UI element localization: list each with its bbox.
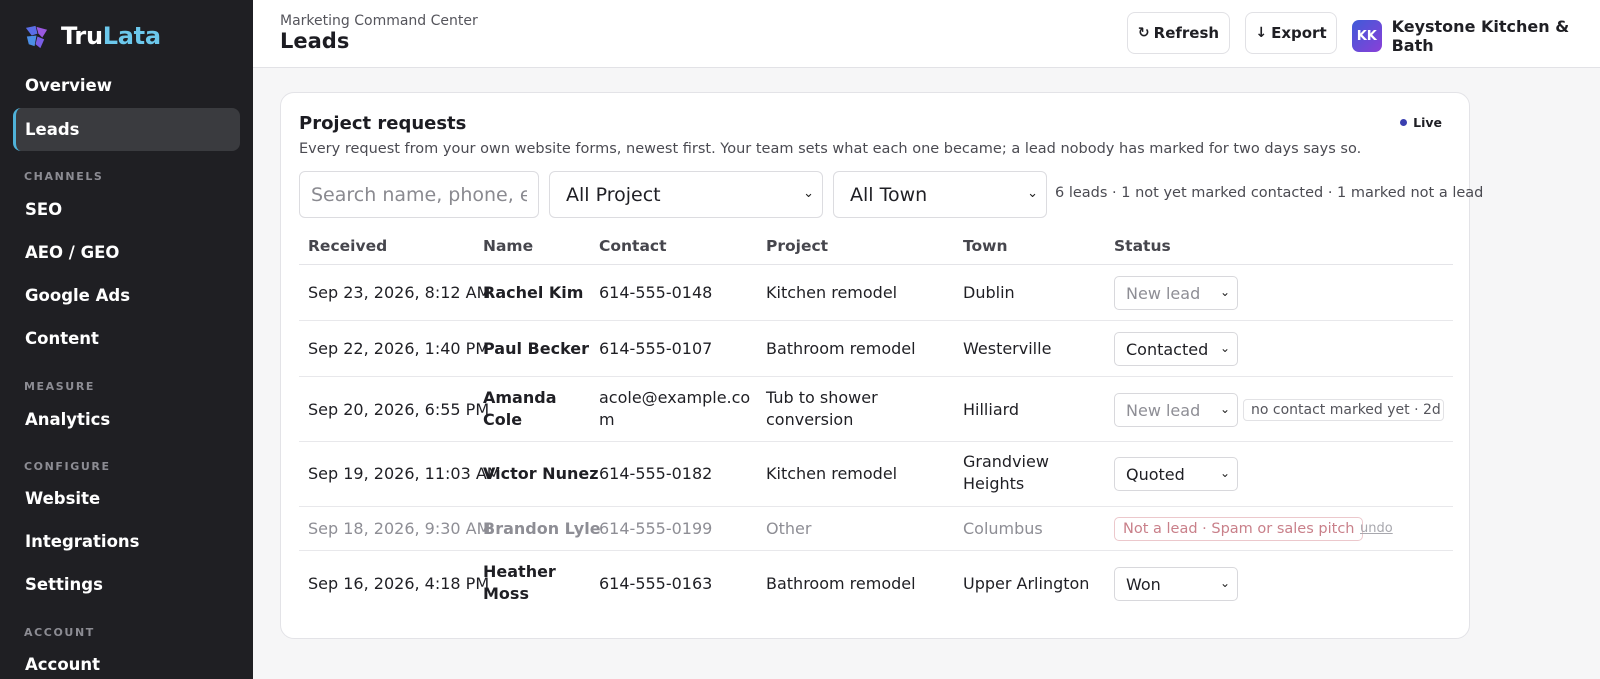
name-cell: Heather Moss <box>483 562 556 603</box>
project-cell: Tub to shower conversion <box>766 388 878 429</box>
contact-cell: 614-555-0107 <box>599 339 713 358</box>
column-header-status[interactable]: Status <box>1114 237 1171 255</box>
sidebar-item-overview[interactable]: Overview <box>13 64 240 107</box>
sidebar-item-leads[interactable]: Leads <box>13 108 240 151</box>
sidebar-item-analytics[interactable]: Analytics <box>13 398 240 441</box>
sidebar-section-channels: CHANNELS <box>24 170 104 183</box>
contact-cell: 614-555-0182 <box>599 464 713 483</box>
leads-summary: 6 leads · 1 not yet marked contacted · 1… <box>1055 185 1484 201</box>
page-title: Leads <box>280 29 350 53</box>
avatar: KK <box>1352 20 1382 52</box>
chevron-down-icon: ⌄ <box>1027 186 1038 201</box>
name-cell: Rachel Kim <box>483 283 584 302</box>
table-row[interactable]: Sep 19, 2026, 11:03 AM Victor Nunez 614-… <box>299 442 1453 507</box>
stale-lead-flag: no contact marked yet · 2d <box>1243 399 1444 421</box>
status-select[interactable]: Won ⌄ <box>1114 567 1238 601</box>
column-header-project[interactable]: Project <box>766 237 828 255</box>
card-subtitle: Every request from your own website form… <box>299 141 1362 157</box>
live-indicator: Live <box>1400 115 1442 130</box>
status-select[interactable]: New lead ⌄ <box>1114 276 1238 310</box>
sidebar-item-content[interactable]: Content <box>13 317 240 360</box>
received-cell: Sep 22, 2026, 1:40 PM <box>308 339 490 358</box>
column-header-town[interactable]: Town <box>963 237 1008 255</box>
town-cell: Hilliard <box>963 400 1020 419</box>
project-cell: Bathroom remodel <box>766 574 916 593</box>
town-cell: Upper Arlington <box>963 574 1090 593</box>
chevron-down-icon: ⌄ <box>803 186 814 201</box>
contact-cell: 614-555-0199 <box>599 519 713 538</box>
sidebar-item-aeo-geo[interactable]: AEO / GEO <box>13 231 240 274</box>
contact-cell: acole@example.co m <box>599 388 751 429</box>
brand-logo[interactable]: TruLata <box>23 22 161 50</box>
contact-cell: 614-555-0148 <box>599 283 713 302</box>
brand-name: TruLata <box>61 22 161 50</box>
project-requests-card: Project requests Every request from your… <box>280 92 1483 639</box>
received-cell: Sep 16, 2026, 4:18 PM <box>308 574 490 593</box>
sidebar-item-google-ads[interactable]: Google Ads <box>13 274 240 317</box>
download-arrow-icon: ↓ <box>1255 25 1268 41</box>
column-header-name[interactable]: Name <box>483 237 533 255</box>
sidebar-item-settings[interactable]: Settings <box>13 563 240 606</box>
name-cell: Amanda Cole <box>483 388 557 429</box>
sidebar: TruLata Overview Leads CHANNELS SEO AEO … <box>0 0 253 679</box>
town-cell: Columbus <box>963 519 1043 538</box>
project-filter-select[interactable]: All Project ⌄ <box>549 171 823 218</box>
table-row[interactable]: Sep 18, 2026, 9:30 AM Brandon Lyle 614-5… <box>299 507 1453 551</box>
table-row[interactable]: Sep 16, 2026, 4:18 PM Heather Moss 614-55… <box>299 551 1453 617</box>
chevron-down-icon: ⌄ <box>1219 576 1230 590</box>
table-row[interactable]: Sep 22, 2026, 1:40 PM Paul Becker 614-55… <box>299 321 1453 377</box>
card-title: Project requests <box>299 113 467 134</box>
received-cell: Sep 18, 2026, 9:30 AM <box>308 519 491 538</box>
undo-link[interactable]: undo <box>1360 521 1393 536</box>
project-cell: Kitchen remodel <box>766 283 898 302</box>
logo-mark-icon <box>25 25 48 48</box>
table-row[interactable]: Sep 23, 2026, 8:12 AM Rachel Kim 614-555… <box>299 265 1453 321</box>
project-cell: Other <box>766 519 812 538</box>
town-cell: Dublin <box>963 283 1015 302</box>
project-cell: Kitchen remodel <box>766 464 898 483</box>
table-header: Received Name Contact Project Town Statu… <box>299 227 1453 265</box>
status-select[interactable]: New lead ⌄ <box>1114 393 1238 427</box>
not-a-lead-badge: Not a lead · Spam or sales pitch <box>1114 517 1364 541</box>
search-input[interactable] <box>299 171 539 218</box>
refresh-button[interactable]: ↻ Refresh <box>1127 12 1230 54</box>
column-header-received[interactable]: Received <box>308 237 387 255</box>
sidebar-item-website[interactable]: Website <box>13 477 240 520</box>
sidebar-section-account: ACCOUNT <box>24 626 95 639</box>
chevron-down-icon: ⌄ <box>1219 466 1230 480</box>
account-switcher[interactable]: KK Keystone Kitchen & Bath <box>1352 17 1600 55</box>
name-cell: Brandon Lyle <box>483 519 601 538</box>
chevron-down-icon: ⌄ <box>1219 402 1230 416</box>
town-cell: Westerville <box>963 339 1052 358</box>
table-row[interactable]: Sep 20, 2026, 6:55 PM Amanda Cole acole@e… <box>299 377 1453 442</box>
top-bar: Marketing Command Center Leads ↻ Refresh… <box>253 0 1600 68</box>
town-filter-select[interactable]: All Town ⌄ <box>833 171 1047 218</box>
account-name: Keystone Kitchen & Bath <box>1391 17 1570 55</box>
sidebar-section-measure: MEASURE <box>24 380 96 393</box>
project-cell: Bathroom remodel <box>766 339 916 358</box>
chevron-down-icon: ⌄ <box>1219 285 1230 299</box>
sidebar-item-integrations[interactable]: Integrations <box>13 520 240 563</box>
sidebar-item-account[interactable]: Account <box>13 643 240 679</box>
breadcrumb: Marketing Command Center <box>280 13 478 29</box>
received-cell: Sep 23, 2026, 8:12 AM <box>308 283 491 302</box>
name-cell: Victor Nunez <box>483 464 599 483</box>
sidebar-item-seo[interactable]: SEO <box>13 188 240 231</box>
received-cell: Sep 20, 2026, 6:55 PM <box>308 400 490 419</box>
live-dot-icon <box>1400 119 1408 126</box>
contact-cell: 614-555-0163 <box>599 574 713 593</box>
town-cell: Grandview Heights <box>963 452 1049 493</box>
name-cell: Paul Becker <box>483 339 590 358</box>
column-header-contact[interactable]: Contact <box>599 237 667 255</box>
export-button[interactable]: ↓ Export <box>1245 12 1337 54</box>
status-select[interactable]: Contacted ⌄ <box>1114 332 1238 366</box>
sidebar-section-configure: CONFIGURE <box>24 460 111 473</box>
received-cell: Sep 19, 2026, 11:03 AM <box>308 464 501 483</box>
refresh-icon: ↻ <box>1137 25 1150 41</box>
chevron-down-icon: ⌄ <box>1219 341 1230 355</box>
status-select[interactable]: Quoted ⌄ <box>1114 457 1238 491</box>
